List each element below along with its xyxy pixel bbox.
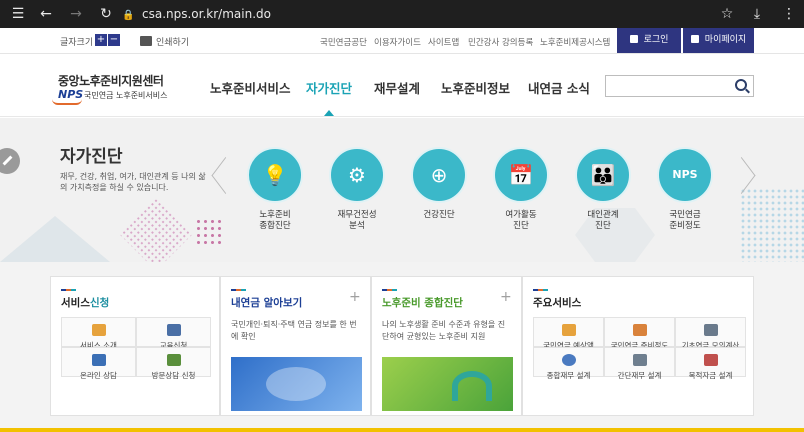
piggy-bank-icon: [632, 324, 647, 336]
card-title: 노후준비 종합진단: [382, 297, 463, 309]
people-icon: 👪: [590, 163, 616, 187]
service-pension-readiness[interactable]: NPS 국민연금 준비정도: [645, 147, 725, 232]
overall-finance-plan-button[interactable]: 종합재무 설계: [533, 347, 604, 380]
online-consult-button[interactable]: 온라인 상담: [61, 347, 136, 380]
nav-my-pension-news[interactable]: 내연금 소식: [528, 78, 590, 97]
calendar-icon: 📅: [508, 163, 534, 187]
printer-icon: [140, 36, 152, 46]
url-text: csa.nps.or.kr/main.do: [142, 7, 271, 21]
phone-calc-icon: [703, 324, 718, 336]
more-icon[interactable]: ⋮: [780, 4, 798, 24]
card-title: 내연금 알아보기: [231, 297, 303, 309]
basic-pension-calc-button[interactable]: 기초연금 모의계산: [675, 317, 746, 350]
people-icon: [703, 354, 718, 366]
service-overall-diagnosis[interactable]: 💡 노후준비 종합진단: [235, 147, 315, 232]
nav-retirement-service[interactable]: 노후준비서비스: [210, 78, 291, 97]
service-financial-health[interactable]: ⚙ 재무건전성 분석: [317, 147, 397, 232]
monitor-icon: [166, 354, 181, 366]
lock-icon: [629, 35, 638, 43]
carousel-prev-button[interactable]: [206, 158, 226, 194]
site-header: 중앙노후준비지원센터 NPS 국민연금 노후준비서비스 노후준비서비스 자가진단…: [0, 55, 804, 117]
lightbulb-icon: 💡: [262, 163, 288, 187]
pencil-icon[interactable]: [0, 148, 20, 174]
card-my-pension[interactable]: 내연금 알아보기 + 국민개인·퇴직·주택 연금 정보를 한 번에 확인: [220, 276, 371, 416]
pension-readiness-button[interactable]: 국민연금 준비정도: [604, 317, 675, 350]
decor-dots-right: [740, 188, 804, 262]
gear-icon: ⚙: [348, 163, 366, 187]
reload-icon[interactable]: ↻: [96, 4, 116, 24]
logo-subtitle: 국민연금 노후준비서비스: [84, 91, 168, 100]
pie-chart-icon: [561, 354, 576, 366]
card-main-services: 주요서비스 국민연금 예상액 국민연금 준비정도 기초연금 모의계산 종합재무 …: [522, 276, 754, 416]
font-increase-button[interactable]: +: [95, 34, 107, 46]
font-decrease-button[interactable]: −: [108, 34, 120, 46]
card-overall-diagnosis[interactable]: 노후준비 종합진단 + 나의 노후생활 준비 수준과 유형을 진단하여 균형있는…: [371, 276, 522, 416]
nav-financial-planning[interactable]: 재무설계: [374, 78, 420, 97]
top-link-guide[interactable]: 이용자가이드: [374, 36, 421, 48]
top-link-sitemap[interactable]: 사이트맵: [428, 36, 459, 48]
decor-diamond: [119, 197, 193, 262]
hero-description: 재무, 건강, 취업, 여가, 대인관계 등 나의 삶의 가치측정을 하실 수 …: [60, 172, 206, 192]
bottom-strip: [0, 428, 804, 432]
decor-dots: [195, 218, 225, 248]
mouse-image: [231, 357, 362, 411]
calculator-icon: [561, 324, 576, 336]
mypage-button[interactable]: 마이페이지: [683, 28, 754, 53]
service-relationship-diagnosis[interactable]: 👪 대인관계 진단: [563, 147, 643, 232]
main-cards: 서비스신청 서비스 소개 교육신청 온라인 상담 방문상담 신청 내연금 알아보…: [0, 262, 804, 432]
top-link-nps[interactable]: 국민연금공단: [320, 36, 367, 48]
font-size-label: 글자크기: [60, 38, 94, 48]
search-input[interactable]: [605, 75, 754, 97]
simple-finance-plan-button[interactable]: 간단재무 설계: [604, 347, 675, 380]
login-button[interactable]: 로그인: [617, 28, 681, 53]
pension-estimate-button[interactable]: 국민연금 예상액: [533, 317, 604, 350]
print-button[interactable]: 인쇄하기: [140, 35, 189, 48]
logo-swoosh: [52, 99, 82, 105]
nav-retirement-info[interactable]: 노후준비정보: [441, 78, 510, 97]
plus-icon[interactable]: +: [349, 289, 361, 305]
carousel-next-button[interactable]: [740, 158, 760, 194]
education-apply-button[interactable]: 교육신청: [136, 317, 211, 350]
top-link-instructor[interactable]: 민간강사 강의등록: [468, 36, 533, 48]
browser-toolbar: ☰ ← → ↻ 🔒 csa.nps.or.kr/main.do ☆ ⤓ ⋮: [0, 0, 804, 28]
magnifier-icon: [91, 324, 106, 336]
plus-icon[interactable]: +: [500, 289, 512, 305]
service-leisure-diagnosis[interactable]: 📅 여가활동 진단: [481, 147, 561, 232]
card-title: 서비스신청: [61, 297, 110, 309]
network-icon: [91, 354, 106, 366]
target-fund-plan-button[interactable]: 목적자금 설계: [675, 347, 746, 380]
service-health-diagnosis[interactable]: ⊕ 건강진단: [399, 147, 479, 221]
address-bar[interactable]: 🔒 csa.nps.or.kr/main.do: [122, 4, 712, 24]
active-nav-indicator: [324, 110, 334, 116]
card-service-apply: 서비스신청 서비스 소개 교육신청 온라인 상담 방문상담 신청: [50, 276, 220, 416]
search-icon[interactable]: [735, 79, 747, 91]
nps-hand-icon: NPS: [672, 168, 698, 181]
hero-section: 자가진단 재무, 건강, 취업, 여가, 대인관계 등 나의 삶의 가치측정을 …: [0, 118, 804, 262]
book-icon: [166, 324, 181, 336]
chart-image: [382, 357, 513, 411]
service-intro-button[interactable]: 서비스 소개: [61, 317, 136, 350]
logo-title[interactable]: 중앙노후준비지원센터: [58, 72, 164, 89]
magnifier-plus-icon: ⊕: [430, 163, 448, 187]
visit-consult-button[interactable]: 방문상담 신청: [136, 347, 211, 380]
monitor-icon: [632, 354, 647, 366]
card-description: 나의 노후생활 준비 수준과 유형을 진단하여 균형있는 노후준비 지원: [382, 320, 506, 341]
lock-icon: 🔒: [122, 10, 135, 21]
top-link-system[interactable]: 노후준비제공시스템: [540, 36, 610, 48]
card-description: 국민개인·퇴직·주택 연금 정보를 한 번에 확인: [231, 320, 357, 341]
star-icon[interactable]: ☆: [718, 4, 736, 24]
download-icon[interactable]: ⤓: [748, 4, 766, 24]
user-icon: [690, 35, 699, 43]
forward-icon[interactable]: →: [66, 4, 86, 24]
nav-self-diagnosis[interactable]: 자가진단: [306, 78, 352, 97]
card-title: 주요서비스: [533, 297, 582, 309]
hero-title: 자가진단: [60, 147, 123, 167]
back-icon[interactable]: ←: [36, 4, 56, 24]
menu-icon[interactable]: ☰: [8, 4, 28, 24]
decor-triangle: [0, 216, 110, 262]
